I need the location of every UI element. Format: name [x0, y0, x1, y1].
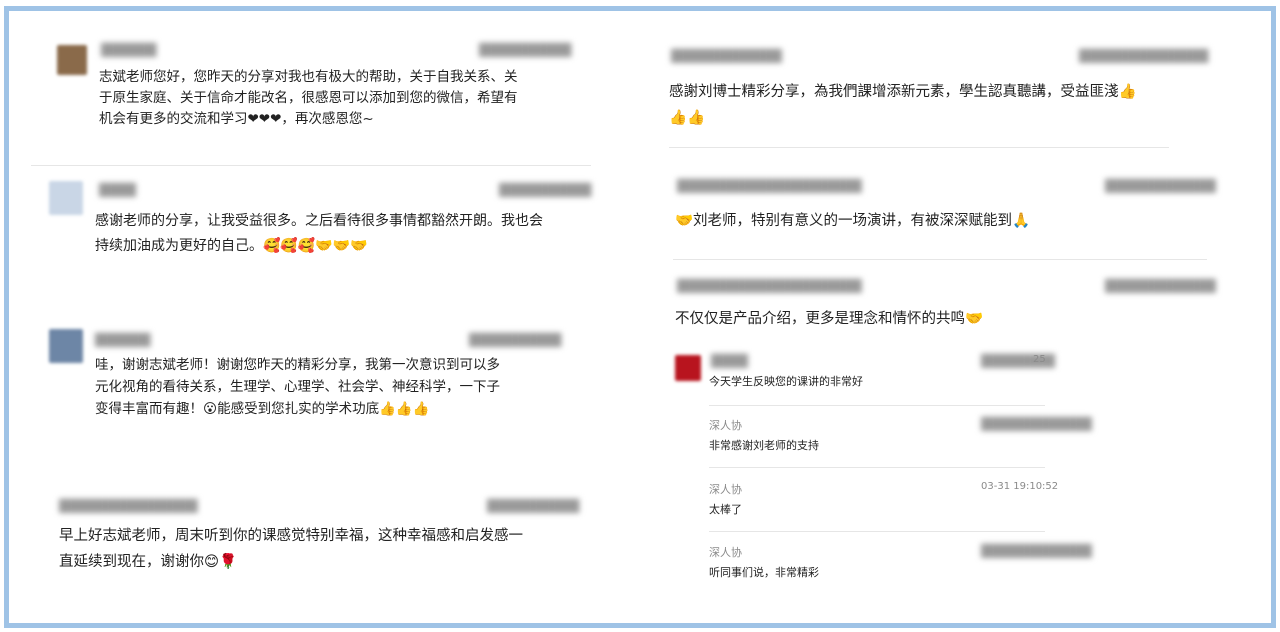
- comment-text: 🤝刘老师，特别有意义的一场演讲，有被深深赋能到🙏: [675, 213, 1031, 229]
- reply-time: 25: [1033, 354, 1046, 365]
- reply-author: 深人协: [709, 483, 742, 496]
- blurred-timestamp: ██████████: [469, 333, 562, 347]
- blurred-timestamp: ████████████: [1105, 279, 1216, 293]
- blurred-timestamp: ██████████: [499, 183, 592, 197]
- reply-text: 非常感谢刘老师的支持: [709, 439, 819, 452]
- comment-text: 哇，谢谢志斌老师！谢谢您昨天的精彩分享，我第一次意识到可以多元化视角的看待关系，…: [95, 357, 500, 417]
- blurred-username: ███████████████: [59, 499, 198, 513]
- comment-text: 早上好志斌老师，周末听到你的课感觉特别幸福，这种幸福感和启发感一直延续到现在，谢…: [59, 528, 523, 570]
- divider: [709, 531, 1045, 532]
- avatar: [57, 45, 87, 75]
- avatar: [49, 181, 83, 215]
- blurred-username: ████████████████████: [677, 179, 862, 193]
- reply-author: 深人协: [709, 419, 742, 432]
- comment-text: 不仅仅是产品介绍，更多是理念和情怀的共鸣🤝: [675, 311, 984, 327]
- reply-author: 深人协: [709, 546, 742, 559]
- blurred-timestamp: ██████████████: [1079, 49, 1209, 63]
- blurred-username: ████: [711, 354, 748, 368]
- divider: [709, 467, 1045, 468]
- reply-text: 听同事们说，非常精彩: [709, 566, 819, 579]
- blurred-username: ████████████████████: [677, 279, 862, 293]
- divider: [673, 259, 1207, 260]
- blurred-username: ██████: [101, 43, 157, 57]
- divider: [709, 405, 1045, 406]
- divider: [31, 165, 591, 166]
- reply-time: 03-31 19:10:52: [981, 481, 1059, 492]
- screenshot-frame: ██████ ██████████ 志斌老师您好，您昨天的分享对我也有极大的帮助…: [4, 6, 1276, 628]
- reply-text: 太棒了: [709, 503, 742, 516]
- blurred-timestamp: ████████████: [981, 417, 1092, 431]
- blurred-username: ████: [99, 183, 136, 197]
- blurred-username: ████████████: [671, 49, 782, 63]
- blurred-timestamp: ██████████: [487, 499, 580, 513]
- blurred-timestamp: ████████████: [1105, 179, 1216, 193]
- comment-text: 志斌老师您好，您昨天的分享对我也有极大的帮助，关于自我关系、关于原生家庭、关于信…: [99, 69, 518, 127]
- blurred-timestamp: ██████████: [479, 43, 572, 57]
- blurred-username: ██████: [95, 333, 151, 347]
- comment-text: 感谢老师的分享，让我受益很多。之后看待很多事情都豁然开朗。我也会持续加油成为更好…: [95, 213, 543, 254]
- comment-text: 感謝刘博士精彩分享，為我們課增添新元素，學生認真聽講，受益匪淺👍👍👍: [669, 84, 1137, 126]
- reply-text: 今天学生反映您的课讲的非常好: [709, 375, 863, 388]
- divider: [669, 147, 1169, 148]
- avatar: [675, 355, 701, 381]
- blurred-timestamp: ████████████: [981, 544, 1092, 558]
- avatar: [49, 329, 83, 363]
